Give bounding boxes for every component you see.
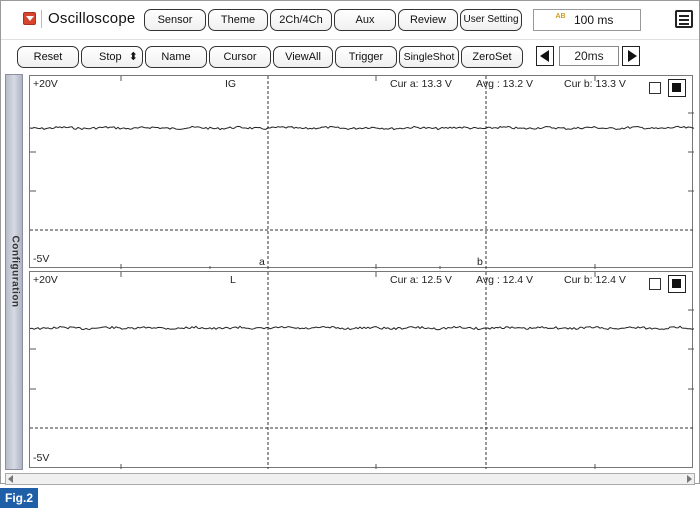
channel-2-plot[interactable]: +20V L Cur a: 12.5 V Avg : 12.4 V Cur b:…	[29, 271, 694, 469]
oscilloscope-window: Oscilloscope Sensor Theme 2Ch/4Ch Aux Re…	[0, 0, 700, 485]
channel-2-fill-toggle-icon[interactable]	[668, 275, 686, 293]
channel-1-plot[interactable]: +20V IG Cur a: 13.3 V Avg : 13.2 V Cur b…	[29, 75, 694, 269]
single-shot-button[interactable]: SingleShot	[399, 46, 459, 68]
reset-button[interactable]: Reset	[17, 46, 79, 68]
time-div-decrease-icon[interactable]	[536, 46, 554, 66]
channel-2-name: L	[230, 274, 236, 286]
channel-1-y-min: -5V	[33, 253, 50, 265]
figure-label: Fig.2	[0, 488, 38, 508]
scroll-left-icon[interactable]	[6, 474, 16, 484]
name-button[interactable]: Name	[145, 46, 207, 68]
cursor-a-label: a	[259, 256, 265, 268]
theme-button[interactable]: Theme	[208, 9, 268, 31]
scroll-right-icon[interactable]	[684, 474, 694, 484]
channel-2-average-readout: Avg : 12.4 V	[476, 274, 534, 286]
channel-1-fill-toggle-icon[interactable]	[668, 79, 686, 97]
channel-1-average-readout: Avg : 13.2 V	[476, 78, 534, 90]
app-title: Oscilloscope	[48, 10, 136, 27]
view-all-button[interactable]: ViewAll	[273, 46, 333, 68]
channel-1-cursor-a-readout: Cur a: 13.3 V	[390, 78, 452, 90]
ab-cursor-icon: AB	[555, 13, 566, 20]
app-menu-icon[interactable]	[23, 12, 36, 25]
review-button[interactable]: Review	[398, 9, 458, 31]
axis-ticks	[30, 76, 694, 269]
channel-2-waveform	[30, 325, 694, 331]
menu-icon[interactable]	[675, 10, 693, 28]
channel-2-checkbox[interactable]	[649, 278, 661, 290]
sample-time-value: 100 ms	[574, 13, 614, 27]
stop-label: Stop	[99, 51, 122, 63]
axis-ticks	[30, 272, 694, 469]
trigger-button[interactable]: Trigger	[335, 46, 397, 68]
sensor-button[interactable]: Sensor	[144, 9, 206, 31]
title-toolbar: Oscilloscope Sensor Theme 2Ch/4Ch Aux Re…	[1, 1, 699, 33]
channel-mode-button[interactable]: 2Ch/4Ch	[270, 9, 332, 31]
zero-set-button[interactable]: ZeroSet	[461, 46, 523, 68]
aux-button[interactable]: Aux	[334, 9, 396, 31]
channel-2-y-max: +20V	[33, 274, 58, 286]
channel-2-cursor-b-readout: Cur b: 12.4 V	[564, 274, 626, 286]
title-separator	[41, 10, 42, 28]
configuration-tab[interactable]: Configuration	[5, 74, 23, 470]
channel-1-y-max: +20V	[33, 78, 58, 90]
horizontal-scrollbar[interactable]	[5, 473, 695, 485]
configuration-tab-label: Configuration	[9, 235, 21, 308]
stop-stepper-icon: ⬍	[128, 51, 138, 63]
user-setting-button[interactable]: User Setting	[460, 9, 522, 31]
time-div-increase-icon[interactable]	[622, 46, 640, 66]
toolbar-divider	[1, 39, 699, 40]
channel-2-y-min: -5V	[33, 452, 50, 464]
cursor-button[interactable]: Cursor	[209, 46, 271, 68]
stop-button[interactable]: Stop ⬍	[81, 46, 143, 68]
cursor-b-label: b	[477, 256, 483, 268]
channel-2-cursor-a-readout: Cur a: 12.5 V	[390, 274, 452, 286]
channel-1-name: IG	[225, 78, 237, 90]
channel-2-grid	[30, 272, 694, 469]
sample-time-display[interactable]: AB 100 ms	[533, 9, 641, 31]
channel-1-cursor-b-readout: Cur b: 13.3 V	[564, 78, 626, 90]
channel-1-checkbox[interactable]	[649, 82, 661, 94]
time-div-value[interactable]: 20ms	[559, 46, 619, 66]
channel-1-grid	[30, 76, 694, 269]
channel-1-waveform	[30, 125, 694, 131]
